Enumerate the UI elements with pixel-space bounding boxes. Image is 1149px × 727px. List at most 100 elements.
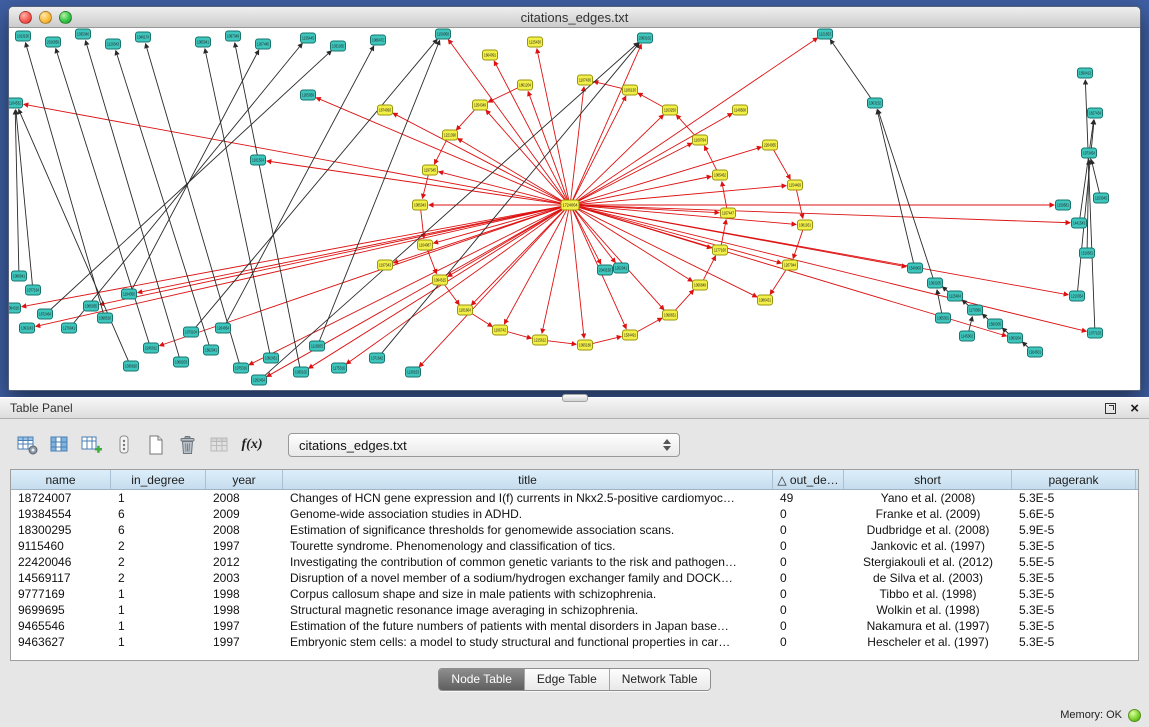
create-column-icon[interactable] [78, 430, 106, 460]
new-table-icon[interactable] [142, 430, 170, 460]
table-cell[interactable]: 6 [111, 507, 206, 521]
table-cell[interactable]: Estimation of the future numbers of pati… [283, 619, 773, 633]
table-cell[interactable]: 0 [773, 555, 844, 569]
graph-edge[interactable] [506, 331, 531, 338]
table-cell[interactable]: 49 [773, 491, 844, 505]
table-cell[interactable]: 2008 [206, 491, 283, 505]
table-cell[interactable]: 1998 [206, 587, 283, 601]
graph-edge[interactable] [770, 269, 786, 294]
graph-edge[interactable] [575, 38, 818, 202]
graph-edge[interactable] [793, 230, 803, 259]
table-cell[interactable]: 1998 [206, 603, 283, 617]
table-cell[interactable]: Embryonic stem cells: a model to study s… [283, 635, 773, 649]
graph-node[interactable]: 2093102 [638, 33, 653, 43]
tab-edge-table[interactable]: Edge Table [525, 669, 610, 690]
table-row[interactable]: 1938455462009Genome-wide association stu… [11, 506, 1138, 522]
graph-edge[interactable] [393, 113, 565, 203]
table-cell[interactable]: 19384554 [11, 507, 111, 521]
graph-edge[interactable] [773, 149, 790, 179]
graph-node[interactable]: 1100794 [693, 135, 708, 145]
graph-node[interactable]: 1827434 [1088, 108, 1103, 118]
graph-edge[interactable] [1078, 120, 1095, 291]
graph-node[interactable]: 1092451 [264, 353, 279, 363]
graph-node[interactable]: 1148508 [733, 105, 748, 115]
table-cell[interactable]: 5.3E-5 [1012, 571, 1136, 585]
graph-edge[interactable] [635, 318, 662, 333]
graph-node[interactable]: 1861204 [518, 80, 533, 90]
select-columns-icon[interactable] [46, 430, 74, 460]
graph-edge[interactable] [576, 206, 782, 263]
table-row[interactable]: 946554611997Estimation of the future num… [11, 618, 1138, 634]
table-cell[interactable]: Estimation of significance thresholds fo… [283, 523, 773, 537]
table-cell[interactable]: 0 [773, 539, 844, 553]
table-cell[interactable]: 0 [773, 587, 844, 601]
table-cell[interactable]: 5.3E-5 [1012, 635, 1136, 649]
graph-node[interactable]: 1197345 [423, 165, 438, 175]
graph-edge[interactable] [263, 43, 638, 377]
minimize-window-button[interactable] [39, 11, 52, 24]
table-cell[interactable]: 0 [773, 523, 844, 537]
float-panel-icon[interactable] [1105, 403, 1116, 414]
table-cell[interactable]: Investigating the contribution of common… [283, 555, 773, 569]
tab-network-table[interactable]: Network Table [610, 669, 710, 690]
graph-edge[interactable] [571, 210, 584, 338]
graph-node[interactable]: 1094515 [433, 275, 448, 285]
table-cell[interactable]: Genome-wide association studies in ADHD. [283, 507, 773, 521]
graph-node[interactable]: 1106742 [493, 325, 508, 335]
graph-edge[interactable] [146, 44, 240, 363]
table-cell[interactable]: 1997 [206, 539, 283, 553]
table-cell[interactable]: Franke et al. (2009) [844, 507, 1012, 521]
graph-edge[interactable] [575, 208, 692, 282]
table-cell[interactable]: Nakamura et al. (1997) [844, 619, 1012, 633]
graph-node[interactable]: 1872464 [38, 309, 53, 319]
table-cell[interactable]: 5.3E-5 [1012, 587, 1136, 601]
graph-node[interactable]: 1590305 [988, 319, 1003, 329]
table-cell[interactable]: Yano et al. (2008) [844, 491, 1012, 505]
graph-node[interactable]: 1125430 [528, 37, 543, 47]
close-panel-icon[interactable]: × [1130, 403, 1139, 414]
graph-node[interactable]: 1164532 [9, 98, 23, 108]
graph-edge[interactable] [267, 161, 564, 204]
graph-node[interactable]: 1031035 [331, 41, 346, 51]
graph-edge[interactable] [877, 110, 913, 263]
table-cell[interactable]: 2009 [206, 507, 283, 521]
column-header-2[interactable]: year [206, 470, 283, 489]
graph-edge[interactable] [434, 139, 447, 164]
graph-node[interactable]: 1924501 [1028, 347, 1043, 357]
rename-column-icon[interactable] [110, 430, 138, 460]
graph-edge[interactable] [1080, 120, 1094, 218]
graph-node[interactable]: 1086472 [371, 35, 386, 45]
graph-node[interactable]: 1210354 [1070, 291, 1085, 301]
table-cell[interactable]: 5.3E-5 [1012, 491, 1136, 505]
graph-node[interactable]: 1085035 [84, 301, 99, 311]
table-cell[interactable]: 1 [111, 491, 206, 505]
network-graph[interactable]: 1724004186120412543491221390119734510850… [9, 28, 1135, 388]
graph-edge[interactable] [576, 186, 786, 205]
graph-edge[interactable] [36, 206, 564, 326]
graph-node[interactable]: 1164087 [418, 240, 433, 250]
graph-node[interactable]: 1107430 [578, 75, 593, 85]
graph-node[interactable]: 1159581 [1056, 200, 1071, 210]
table-cell[interactable]: 9463627 [11, 635, 111, 649]
table-cell[interactable]: 1 [111, 603, 206, 617]
graph-node[interactable]: 2016059 [46, 37, 61, 47]
graph-node[interactable]: 1177160 [713, 245, 728, 255]
table-cell[interactable]: Tourette syndrome. Phenomenology and cla… [283, 539, 773, 553]
table-cell[interactable]: 0 [773, 635, 844, 649]
graph-node[interactable]: 1159058 [436, 29, 451, 39]
table-row[interactable]: 969969511998Structural magnetic resonanc… [11, 602, 1138, 618]
table-cell[interactable]: 9465546 [11, 619, 111, 633]
graph-node[interactable]: 1129343 [106, 39, 121, 49]
graph-edge[interactable] [470, 312, 492, 326]
graph-node[interactable]: 1175316 [332, 363, 347, 373]
graph-node[interactable]: 1063152 [868, 98, 883, 108]
table-cell[interactable]: 1997 [206, 635, 283, 649]
graph-edge[interactable] [537, 49, 569, 200]
table-cell[interactable]: de Silva et al. (2003) [844, 571, 1012, 585]
column-header-3[interactable]: title [283, 470, 773, 489]
graph-node[interactable]: 1590413 [1078, 68, 1093, 78]
table-cell[interactable]: 9699695 [11, 603, 111, 617]
table-cell[interactable]: 2008 [206, 523, 283, 537]
graph-node[interactable]: 1207445 [256, 39, 271, 49]
column-header-0[interactable]: name [11, 470, 111, 489]
